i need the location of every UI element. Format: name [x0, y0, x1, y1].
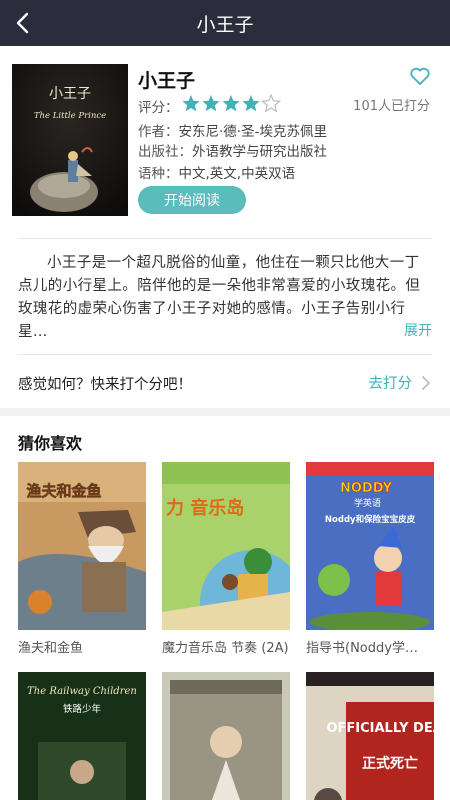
language-row: 语种：中文,英文,中英双语: [138, 162, 295, 182]
rating-stars: [182, 94, 282, 113]
cover-text: 力 音乐岛: [166, 497, 244, 519]
book-title: 小王子: [138, 70, 196, 92]
recommendation-card[interactable]: OFFICIALLY DEAD 正式死亡: [306, 672, 434, 800]
recommendations-title: 猜你喜欢: [18, 434, 83, 453]
recommendation-label[interactable]: 指导书(Noddy学…: [306, 637, 434, 656]
star-filled-icon: [242, 95, 260, 112]
recommendation-card[interactable]: The Railway Children 铁路少年: [18, 672, 146, 800]
author-value: 安东尼·德·圣-埃克苏佩里: [178, 124, 327, 140]
divider: [18, 354, 432, 355]
recommendation-cover[interactable]: 力 音乐岛: [162, 462, 290, 630]
language-value: 中文,英文,中英双语: [178, 166, 296, 182]
cover-text: Noddy和保险宝宝皮皮: [325, 514, 416, 525]
section-separator: [0, 408, 450, 416]
recommendation-cover[interactable]: [162, 672, 290, 800]
rating-label: 评分：: [138, 100, 179, 116]
page-title: 小王子: [196, 14, 254, 36]
expand-link[interactable]: 展开: [404, 320, 432, 340]
divider: [18, 238, 432, 239]
recommendation-card[interactable]: 力 音乐岛 魔力音乐岛 节奏 (2A): [162, 462, 290, 656]
recommendation-cover[interactable]: 渔夫和金鱼: [18, 462, 146, 630]
recommendation-card[interactable]: [162, 672, 290, 800]
book-cover: 小王子 The Little Prince: [12, 64, 128, 216]
heart-icon[interactable]: [408, 64, 432, 88]
cover-brand: NODDY: [340, 481, 393, 496]
cover-sub: 正式死亡: [362, 755, 418, 772]
cover-subtitle: The Little Prince: [34, 111, 106, 121]
cover-text: OFFICIALLY DEAD: [326, 721, 434, 736]
rating-count: 101人已打分: [353, 99, 430, 114]
cover-sub: 铁路少年: [63, 703, 102, 715]
chevron-right-icon[interactable]: [420, 374, 432, 392]
star-filled-icon: [222, 95, 240, 112]
cover-text: 渔夫和金鱼: [26, 482, 101, 500]
publisher-value: 外语教学与研究出版社: [192, 144, 327, 160]
nav-bar: 小王子: [0, 0, 450, 46]
cover-sub: 学英语: [354, 497, 381, 509]
rating-row: 评分：: [138, 96, 179, 116]
star-filled-icon: [182, 95, 200, 112]
recommendation-cover[interactable]: OFFICIALLY DEAD 正式死亡: [306, 672, 434, 800]
publisher-row: 出版社：外语教学与研究出版社: [138, 140, 327, 160]
recommendation-card[interactable]: NODDY 学英语 Noddy和保险宝宝皮皮 指导书(Noddy学…: [306, 462, 434, 656]
recommendation-cover[interactable]: The Railway Children 铁路少年: [18, 672, 146, 800]
author-row: 作者：安东尼·德·圣-埃克苏佩里: [138, 120, 327, 140]
recommendation-label[interactable]: 渔夫和金鱼: [18, 637, 146, 656]
cover-title: 小王子: [49, 86, 91, 102]
rate-link[interactable]: 去打分: [369, 372, 413, 393]
star-filled-icon: [202, 95, 220, 112]
start-reading-button[interactable]: 开始阅读: [138, 186, 246, 214]
recommendation-cover[interactable]: NODDY 学英语 Noddy和保险宝宝皮皮: [306, 462, 434, 630]
star-empty-icon: [260, 94, 282, 113]
language-label: 语种：: [138, 166, 179, 182]
recommendation-card[interactable]: 渔夫和金鱼 渔夫和金鱼: [18, 462, 146, 656]
cover-text: The Railway Children: [27, 686, 137, 697]
author-label: 作者：: [138, 124, 179, 140]
rate-prompt: 感觉如何？快来打个分吧！: [18, 377, 192, 393]
recommendation-label[interactable]: 魔力音乐岛 节奏 (2A): [162, 637, 290, 656]
publisher-label: 出版社：: [138, 144, 192, 160]
book-description: 小王子是一个超凡脱俗的仙童，他住在一颗只比他大一丁点儿的小行星上。陪伴他的是一朵…: [18, 255, 421, 340]
